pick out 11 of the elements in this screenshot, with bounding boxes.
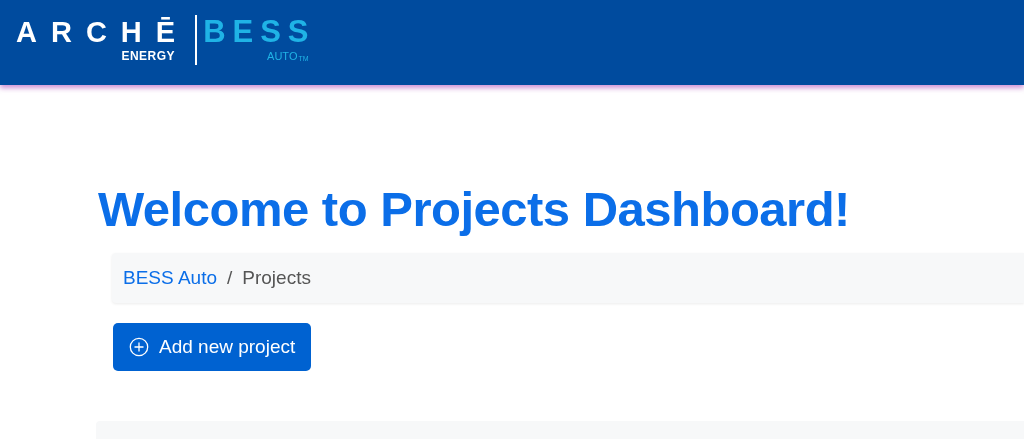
logo-divider: [195, 14, 198, 65]
logo-subtitle: ENERGY: [121, 47, 176, 64]
logo-brand: ARCHĒ: [16, 15, 190, 48]
add-project-button[interactable]: Add new project: [113, 323, 312, 371]
page-heading: Welcome to Projects Dashboard!: [98, 181, 851, 237]
plus-circle-icon: [129, 337, 149, 357]
breadcrumb-separator: /: [227, 267, 233, 289]
logo-subtitle: AUTO: [267, 48, 298, 64]
breadcrumb-link[interactable]: BESS Auto: [123, 267, 217, 289]
logo-product: BESS: [203, 15, 316, 48]
breadcrumb-current: Projects: [242, 267, 311, 289]
